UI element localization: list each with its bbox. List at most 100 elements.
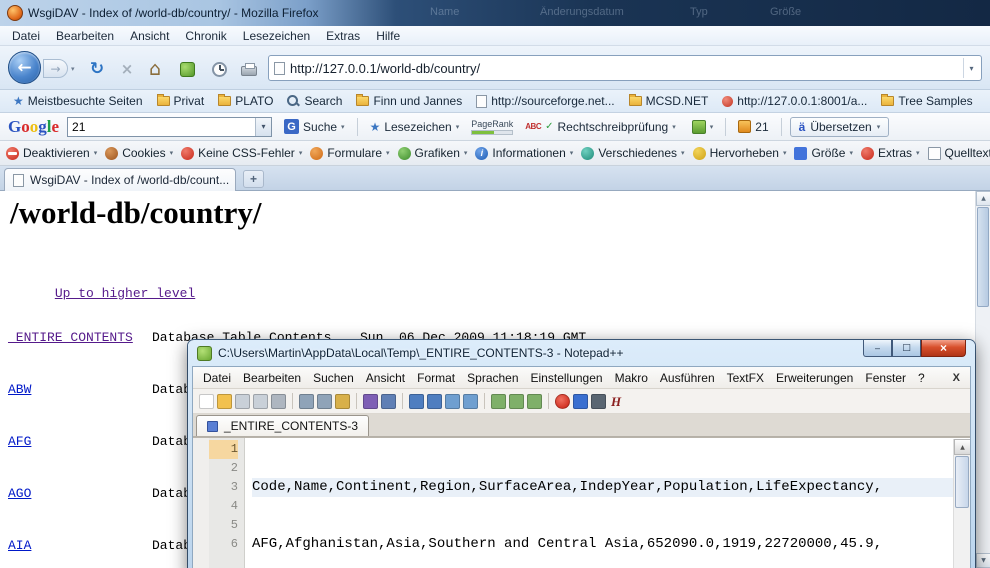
dir-entry-link[interactable]: AGO	[8, 483, 152, 505]
history-button[interactable]	[206, 57, 232, 81]
macro-play-icon[interactable]	[573, 394, 588, 409]
webdev-hervorheben[interactable]: Hervorheben▾	[693, 146, 787, 160]
paste-icon[interactable]	[335, 394, 350, 409]
word-wrap-icon[interactable]	[491, 394, 506, 409]
maximize-button[interactable]: □	[892, 340, 921, 357]
replace-icon[interactable]	[427, 394, 442, 409]
bookmark-plato[interactable]: PLATO	[211, 93, 280, 109]
print-button[interactable]	[236, 57, 262, 81]
home-button[interactable]: ⌂	[142, 57, 168, 81]
save-all-icon[interactable]	[253, 394, 268, 409]
up-to-higher-level-link[interactable]: Up to higher level	[55, 286, 195, 301]
dir-entry-link[interactable]: AIA	[8, 535, 152, 557]
translate-button[interactable]: äÜbersetzen▾	[790, 117, 890, 137]
firefox-titlebar[interactable]: WsgiDAV - Index of /world-db/country/ - …	[0, 0, 990, 26]
webdev-groesse[interactable]: Größe▾	[794, 146, 853, 160]
dir-entry-link[interactable]: ABW	[8, 379, 152, 401]
scroll-up-button[interactable]: ▲	[976, 191, 990, 206]
bookmark-tree-samples[interactable]: Tree Samples	[874, 93, 979, 109]
autofill-button[interactable]: ▾	[688, 118, 718, 136]
menu-chronik[interactable]: Chronik	[177, 27, 234, 45]
menu-hilfe[interactable]: Hilfe	[368, 27, 408, 45]
webdev-cookies[interactable]: Cookies▾	[105, 146, 173, 160]
close-button[interactable]: ×	[921, 340, 966, 357]
tab-wsgidav[interactable]: WsgiDAV - Index of /world-db/count...	[4, 168, 236, 191]
webdev-extras[interactable]: Extras▾	[861, 146, 920, 160]
dir-entry-link[interactable]: _ENTIRE_CONTENTS	[8, 327, 152, 349]
npp-menu-suchen[interactable]: Suchen	[307, 369, 360, 387]
npp-menu-fenster[interactable]: Fenster	[859, 369, 912, 387]
bookmark-privat[interactable]: Privat	[150, 93, 212, 109]
npp-menu-help[interactable]: ?	[912, 369, 931, 387]
stop-button[interactable]: ×	[114, 57, 140, 81]
google-bookmarks-button[interactable]: ★Lesezeichen▾	[366, 118, 464, 136]
monitor-icon[interactable]	[591, 394, 606, 409]
indent-guide-icon[interactable]	[527, 394, 542, 409]
save-icon[interactable]	[235, 394, 250, 409]
code-text[interactable]: Code,Name,Continent,Region,SurfaceArea,I…	[245, 438, 970, 568]
scrollbar-thumb[interactable]	[955, 456, 969, 508]
new-tab-button[interactable]: +	[243, 170, 264, 188]
textfx-h-icon[interactable]: H	[609, 394, 623, 409]
document-close-icon[interactable]: X	[949, 372, 964, 384]
scroll-up-button[interactable]: ▲	[954, 439, 970, 455]
google-search-button[interactable]: GSuche▾	[280, 117, 349, 136]
npp-menu-sprachen[interactable]: Sprachen	[461, 369, 524, 387]
webdev-verschiedenes[interactable]: Verschiedenes▾	[581, 146, 684, 160]
npp-menu-datei[interactable]: Datei	[197, 369, 237, 387]
scroll-down-button[interactable]: ▼	[976, 553, 990, 568]
npp-menu-ansicht[interactable]: Ansicht	[360, 369, 411, 387]
npp-menu-erweiterungen[interactable]: Erweiterungen	[770, 369, 859, 387]
npp-menu-einstellungen[interactable]: Einstellungen	[525, 369, 609, 387]
open-file-icon[interactable]	[217, 394, 232, 409]
webdev-quelltext[interactable]: Quelltext	[928, 146, 990, 160]
print-icon[interactable]	[271, 394, 286, 409]
menu-ansicht[interactable]: Ansicht	[122, 27, 177, 45]
bookmark-finn-und-jannes[interactable]: Finn und Jannes	[349, 93, 469, 109]
url-dropdown-icon[interactable]: ▾	[963, 58, 979, 78]
webdev-grafiken[interactable]: Grafiken▾	[398, 146, 468, 160]
menu-extras[interactable]: Extras	[318, 27, 368, 45]
npp-menu-format[interactable]: Format	[411, 369, 461, 387]
scrollbar-thumb[interactable]	[977, 207, 989, 307]
zoom-out-icon[interactable]	[463, 394, 478, 409]
webdev-deaktivieren[interactable]: Deaktivieren▾	[6, 146, 97, 160]
browser-scrollbar[interactable]: ▲ ▼	[975, 191, 990, 568]
menu-datei[interactable]: Datei	[4, 27, 48, 45]
spellcheck-button[interactable]: ABC✓Rechtschreibprüfung▾	[521, 118, 679, 136]
menu-bearbeiten[interactable]: Bearbeiten	[48, 27, 122, 45]
editor-scrollbar[interactable]: ▲	[953, 439, 970, 568]
dir-entry-link[interactable]: AFG	[8, 431, 152, 453]
back-button[interactable]: ←	[8, 51, 41, 84]
macro-record-icon[interactable]	[555, 394, 570, 409]
bookmark-mcsd[interactable]: MCSD.NET	[622, 93, 716, 109]
webdev-formulare[interactable]: Formulare▾	[310, 146, 389, 160]
forward-button[interactable]: →	[43, 59, 68, 78]
history-dropdown-icon[interactable]: ▾	[71, 65, 75, 73]
bookmark-search[interactable]: Search	[280, 93, 349, 109]
bookmark-localhost-8001[interactable]: http://127.0.0.1:8001/a...	[715, 93, 874, 109]
notepad-titlebar[interactable]: C:\Users\Martin\AppData\Local\Temp\_ENTI…	[188, 340, 975, 366]
minimize-button[interactable]: –	[863, 340, 892, 357]
highlight-button[interactable]: 21	[734, 118, 772, 136]
copy-icon[interactable]	[317, 394, 332, 409]
google-search-input[interactable]	[68, 118, 255, 136]
search-history-dropdown-icon[interactable]: ▾	[255, 118, 271, 136]
document-tab[interactable]: _ENTIRE_CONTENTS-3	[196, 415, 369, 436]
webdev-css-errors[interactable]: Keine CSS-Fehler▾	[181, 146, 302, 160]
feed-button[interactable]	[174, 57, 200, 81]
bookmark-sourceforge[interactable]: http://sourceforge.net...	[469, 93, 621, 109]
find-icon[interactable]	[409, 394, 424, 409]
editor-area[interactable]: 1 2 3 4 5 6 Code,Name,Continent,Region,S…	[193, 437, 970, 568]
pagerank-widget[interactable]: PageRank	[471, 119, 513, 135]
menu-lesezeichen[interactable]: Lesezeichen	[235, 27, 318, 45]
npp-menu-textfx[interactable]: TextFX	[721, 369, 770, 387]
npp-menu-makro[interactable]: Makro	[609, 369, 654, 387]
cut-icon[interactable]	[299, 394, 314, 409]
url-input[interactable]	[285, 61, 963, 76]
npp-menu-bearbeiten[interactable]: Bearbeiten	[237, 369, 307, 387]
reload-button[interactable]: ↻	[84, 57, 110, 81]
zoom-in-icon[interactable]	[445, 394, 460, 409]
show-all-characters-icon[interactable]	[509, 394, 524, 409]
undo-icon[interactable]	[363, 394, 378, 409]
